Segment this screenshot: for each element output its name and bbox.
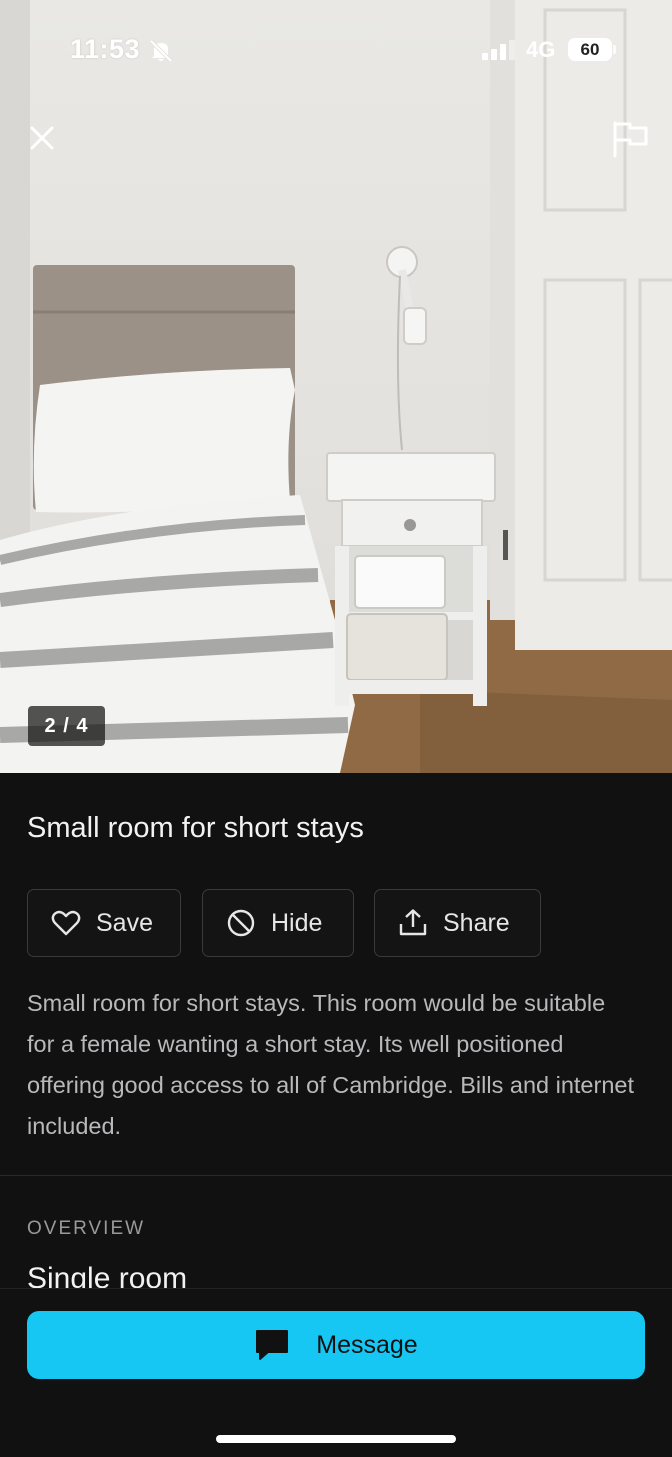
message-button[interactable]: Message <box>27 1311 645 1379</box>
network-type: 4G <box>526 37 556 62</box>
bell-off-icon <box>149 39 173 63</box>
photo-counter: 2 / 4 <box>28 706 105 746</box>
listing-photo[interactable]: 11:53 4G 60 2 / 4 <box>0 0 672 773</box>
room-photo-image <box>0 0 672 773</box>
listing-title: Small room for short stays <box>27 812 364 844</box>
flag-icon[interactable] <box>608 118 652 160</box>
status-bar: 11:53 4G 60 <box>0 0 672 100</box>
section-divider <box>0 1175 672 1176</box>
message-label: Message <box>316 1330 418 1359</box>
share-button[interactable]: Share <box>374 889 541 957</box>
home-indicator <box>216 1435 456 1443</box>
block-icon <box>227 909 255 937</box>
share-icon <box>399 909 427 936</box>
save-button[interactable]: Save <box>27 889 181 957</box>
share-label: Share <box>443 908 510 937</box>
battery-nub <box>613 45 616 54</box>
bottom-action-bar: Message <box>0 1288 672 1457</box>
save-label: Save <box>96 908 153 937</box>
hide-label: Hide <box>271 908 323 937</box>
hide-button[interactable]: Hide <box>202 889 354 957</box>
status-time: 11:53 <box>70 34 141 64</box>
chat-bubble-icon <box>256 1330 289 1360</box>
overview-heading: OVERVIEW <box>27 1218 146 1239</box>
close-icon[interactable] <box>22 118 62 158</box>
heart-icon <box>51 910 81 936</box>
room-type: Single room <box>27 1262 188 1288</box>
battery-level: 60 <box>568 38 612 61</box>
signal-icon <box>482 40 515 60</box>
listing-description: Small room for short stays. This room wo… <box>27 990 634 1139</box>
